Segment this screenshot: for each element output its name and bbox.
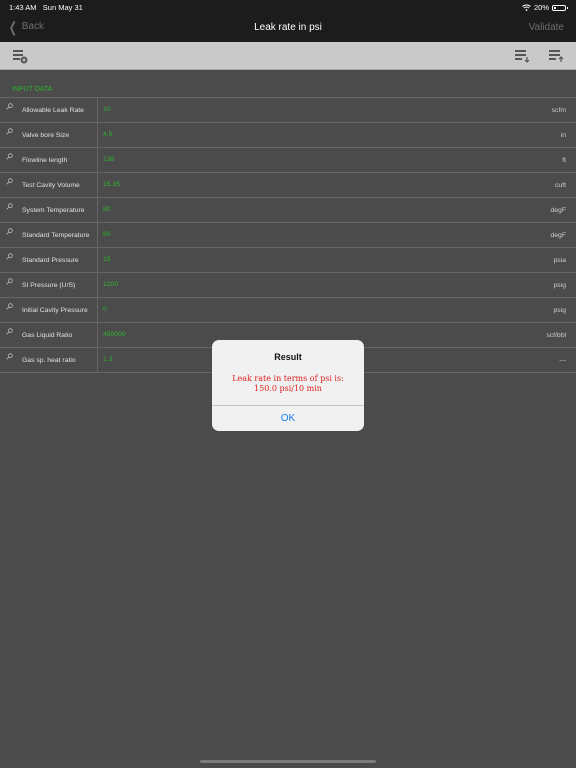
dialog-message-line1: Leak rate in terms of psi is:: [232, 374, 344, 383]
search-icon[interactable]: [6, 278, 13, 285]
row-unit: ft: [562, 157, 566, 164]
column-divider: [97, 148, 98, 172]
table-row[interactable]: Initial Cavity Pressure 0 psig: [0, 298, 576, 323]
row-unit: scfm: [551, 107, 566, 114]
column-divider: [97, 323, 98, 347]
dialog-message-line2: 150.0 psi/10 min: [254, 384, 322, 393]
row-label: Gas sp. heat ratio: [22, 357, 76, 364]
dialog-message: Leak rate in terms of psi is: 150.0 psi/…: [218, 374, 358, 394]
column-divider: [97, 298, 98, 322]
add-row-icon[interactable]: [12, 48, 28, 64]
row-label: Valve bore Size: [22, 132, 70, 139]
row-value-field[interactable]: 1200: [103, 281, 118, 288]
column-divider: [97, 198, 98, 222]
export-list-icon[interactable]: [548, 48, 564, 64]
row-label: Test Cavity Volume: [22, 182, 80, 189]
column-divider: [97, 248, 98, 272]
row-unit: cuft: [555, 182, 566, 189]
row-value-field[interactable]: 15.35: [103, 181, 120, 188]
table-row[interactable]: Test Cavity Volume 15.35 cuft: [0, 173, 576, 198]
home-indicator: [200, 760, 376, 763]
search-icon[interactable]: [6, 128, 13, 135]
row-label: SI Pressure (U/S): [22, 282, 76, 289]
row-value-field[interactable]: 450000: [103, 331, 126, 338]
row-value-field[interactable]: 15: [103, 256, 111, 263]
battery-fill: [554, 6, 556, 9]
column-divider: [97, 223, 98, 247]
row-unit: degF: [550, 232, 567, 239]
row-label: Initial Cavity Pressure: [22, 307, 88, 314]
table-row[interactable]: Standard Pressure 15 psia: [0, 248, 576, 273]
column-divider: [97, 98, 98, 122]
status-right: 20%: [522, 3, 568, 12]
column-divider: [97, 173, 98, 197]
row-label: Standard Pressure: [22, 257, 79, 264]
column-divider: [97, 123, 98, 147]
result-dialog: Result Leak rate in terms of psi is: 150…: [212, 340, 364, 431]
search-icon[interactable]: [6, 178, 13, 185]
search-icon[interactable]: [6, 253, 13, 260]
status-time-text: 1:43 AM: [9, 3, 37, 12]
row-value-field[interactable]: 10: [103, 106, 111, 113]
dialog-title: Result: [274, 352, 302, 362]
search-icon[interactable]: [6, 103, 13, 110]
input-data-table: Allowable Leak Rate 10 scfm Valve bore Size…: [0, 97, 576, 373]
row-value-field[interactable]: 80: [103, 206, 111, 213]
row-label: Flowline length: [22, 157, 68, 164]
battery-percent: 20%: [533, 3, 549, 12]
row-unit: ---: [559, 357, 566, 364]
row-value-field[interactable]: 60: [103, 231, 111, 238]
row-value-field[interactable]: 0: [103, 306, 107, 313]
table-row[interactable]: Flowline length 138 ft: [0, 148, 576, 173]
table-row[interactable]: Allowable Leak Rate 10 scfm: [0, 98, 576, 123]
ok-button[interactable]: OK: [212, 413, 364, 424]
table-row[interactable]: Standard Temperature 60 degF: [0, 223, 576, 248]
wifi-icon: [522, 4, 531, 11]
battery-icon: [552, 4, 568, 11]
table-row[interactable]: SI Pressure (U/S) 1200 psig: [0, 273, 576, 298]
search-icon[interactable]: [6, 303, 13, 310]
column-divider: [97, 348, 98, 372]
column-divider: [97, 273, 98, 297]
dialog-divider: [212, 405, 364, 406]
search-icon[interactable]: [6, 228, 13, 235]
toolbar: [0, 42, 576, 70]
navigation-bar: ❮ Back Leak rate in psi Validate: [0, 14, 576, 42]
row-label: Allowable Leak Rate: [22, 107, 84, 114]
row-unit: psig: [553, 307, 566, 314]
row-value-field[interactable]: 138: [103, 156, 114, 163]
row-unit: in: [560, 132, 566, 139]
row-unit: psig: [553, 282, 566, 289]
search-icon[interactable]: [6, 328, 13, 335]
import-list-icon[interactable]: [514, 48, 530, 64]
table-row[interactable]: System Temperature 80 degF: [0, 198, 576, 223]
status-time: 1:43 AM Sun May 31: [9, 3, 83, 12]
table-row[interactable]: Valve bore Size 4.5 in: [0, 123, 576, 148]
search-icon[interactable]: [6, 153, 13, 160]
status-date-text: Sun May 31: [42, 3, 83, 12]
search-icon[interactable]: [6, 203, 13, 210]
row-unit: psia: [553, 257, 566, 264]
section-header: INPUT DATA: [12, 86, 53, 93]
row-value-field[interactable]: 4.5: [103, 131, 112, 138]
row-value-field[interactable]: 1.3: [103, 356, 112, 363]
row-unit: scf/bbl: [546, 332, 566, 339]
row-label: Standard Temperature: [22, 232, 90, 239]
row-label: Gas Liquid Ratio: [22, 332, 73, 339]
status-bar: 1:43 AM Sun May 31 20%: [0, 0, 576, 14]
row-unit: degF: [550, 207, 567, 214]
validate-button[interactable]: Validate: [529, 22, 564, 33]
row-label: System Temperature: [22, 207, 85, 214]
search-icon[interactable]: [6, 353, 13, 360]
page-title: Leak rate in psi: [254, 22, 322, 33]
